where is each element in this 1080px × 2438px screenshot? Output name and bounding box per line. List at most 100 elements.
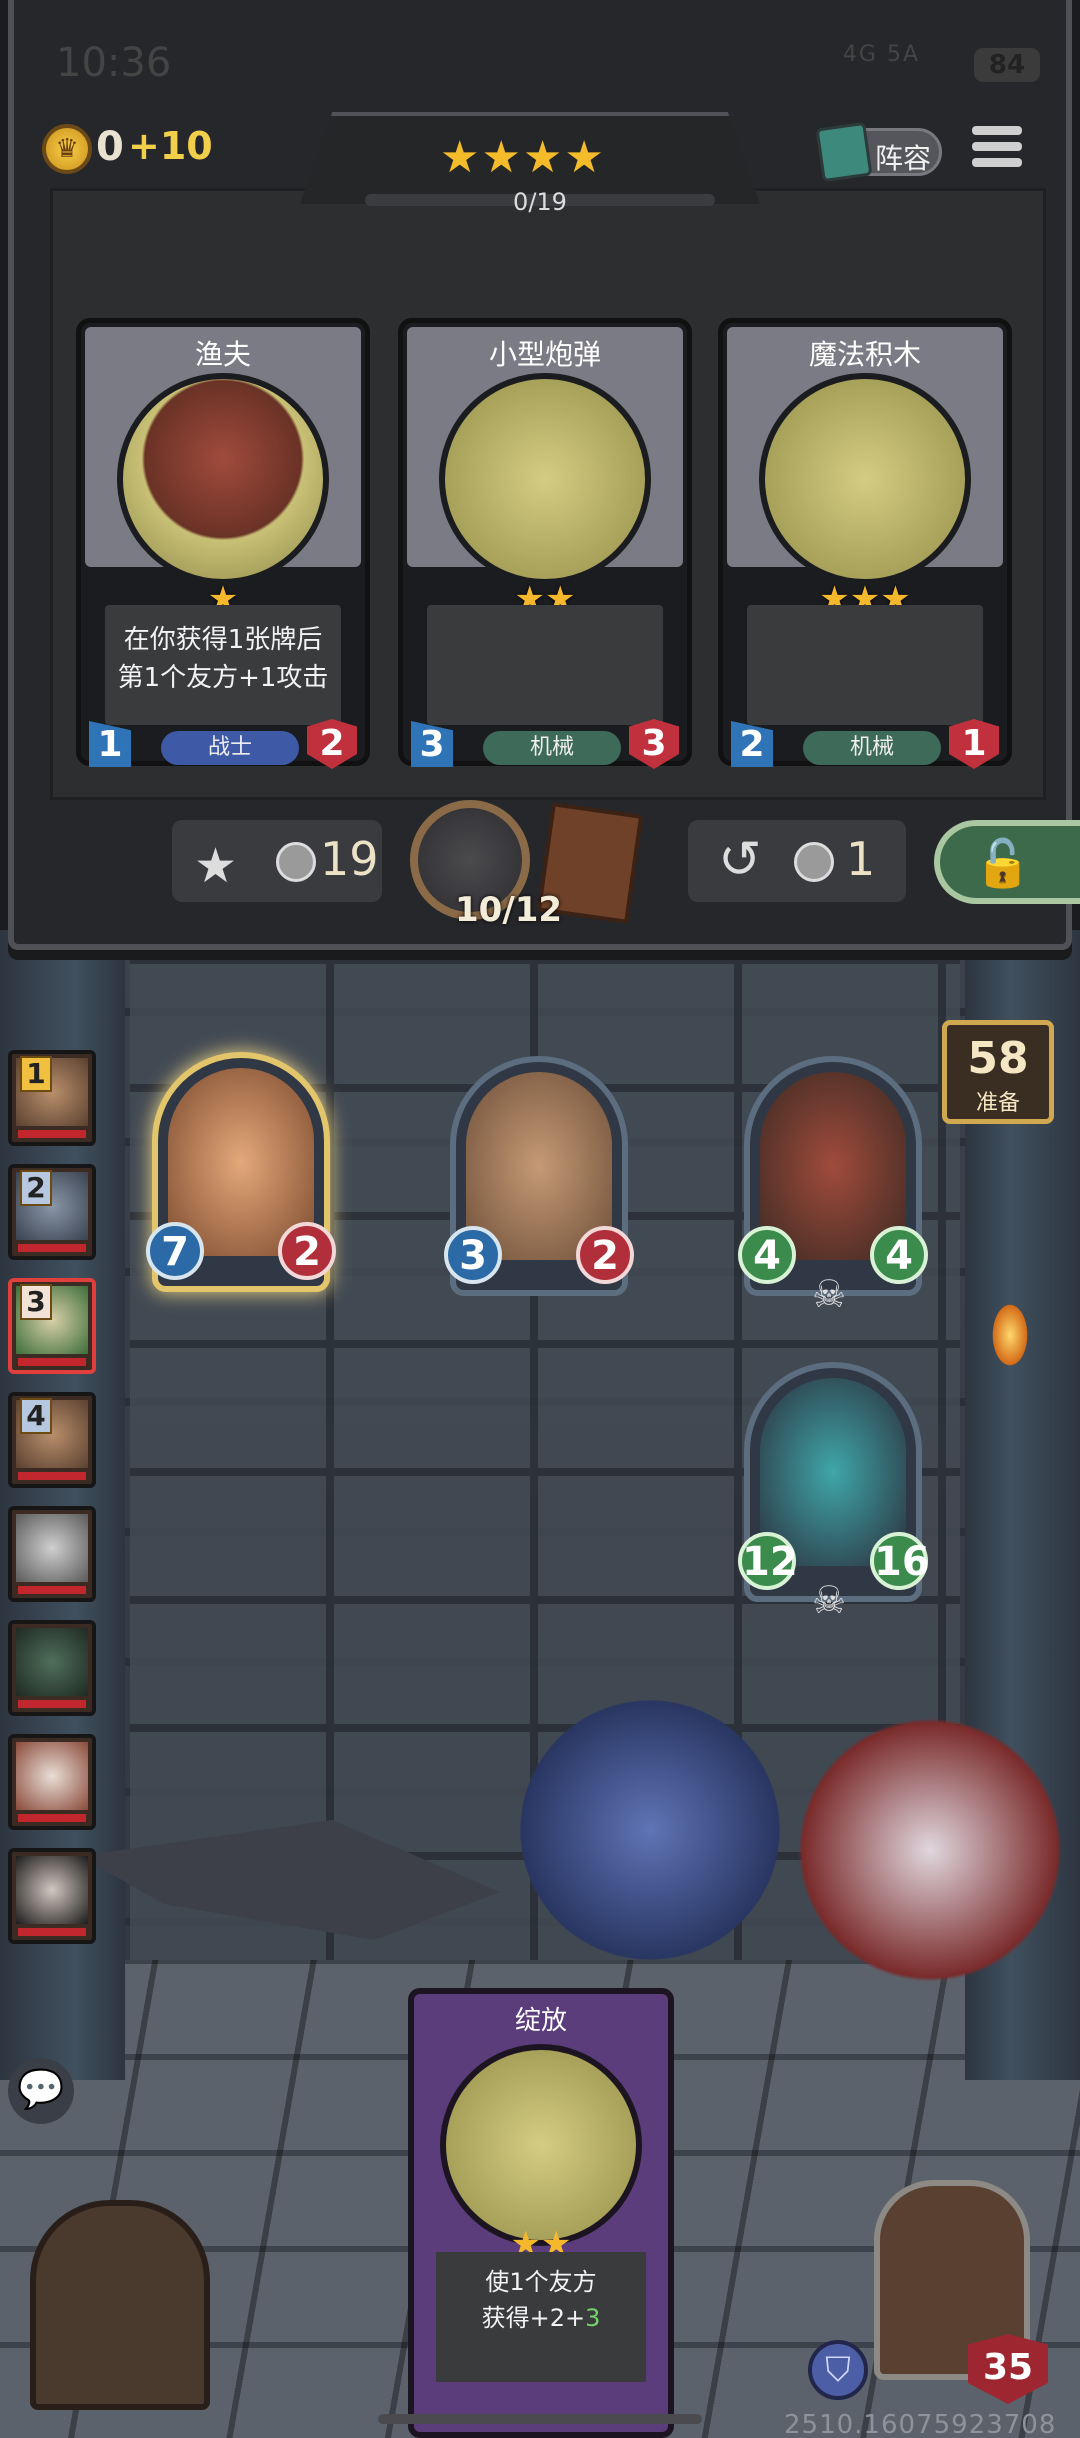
card-health: 3 — [629, 719, 679, 769]
card-attack: 3 — [411, 721, 453, 767]
card-attack: 1 — [89, 721, 131, 767]
skull-icon: ☠ — [812, 1578, 847, 1622]
gold-amount: 0 — [96, 124, 124, 170]
card-tribe: 战士 — [161, 731, 299, 765]
shop-card-small-cannonball[interactable]: 小型炮弹 ★★ 3 机械 3 — [398, 318, 692, 769]
shield-icon: ⛉ — [808, 2340, 868, 2400]
card-tribe: 机械 — [483, 731, 621, 765]
health-bar — [18, 1928, 86, 1936]
version-watermark: 2510.16075923708 — [784, 2410, 1057, 2438]
board-minion-fisherman[interactable]: 4 4 ☠ — [738, 1056, 928, 1316]
upgrade-tavern-button[interactable]: ★ 19 — [172, 820, 382, 902]
xp-text: 0/19 — [513, 188, 567, 216]
minion-attack: 12 — [738, 1532, 798, 1590]
coin-icon — [794, 842, 834, 882]
shop-card-magic-blocks[interactable]: 魔法积木 ★★★ 2 机械 1 — [718, 318, 1012, 769]
round-counter: 10/12 — [455, 890, 563, 930]
board-minion-blacksmith[interactable]: 7 2 — [146, 1052, 336, 1292]
minion-health: 2 — [278, 1222, 336, 1280]
avatar — [16, 1856, 88, 1924]
health-bar — [18, 1472, 86, 1480]
player-slot[interactable] — [8, 1734, 96, 1830]
coin-icon — [276, 842, 316, 882]
ready-label: 准备 — [975, 1091, 1020, 1116]
player-slot[interactable] — [8, 1848, 96, 1944]
battery-icon: 84 — [974, 48, 1040, 82]
skull-icon: ☠ — [812, 1272, 847, 1316]
portal-illustration[interactable] — [30, 2200, 210, 2410]
card-desc-text: 获得+2+ — [481, 2304, 586, 2332]
chat-icon[interactable]: 💬 — [8, 2058, 74, 2124]
player-slot[interactable] — [8, 1506, 96, 1602]
minion-attack: 7 — [146, 1222, 204, 1280]
card-health: 2 — [307, 719, 357, 769]
player-slot[interactable]: 1 — [8, 1050, 96, 1146]
refresh-button[interactable]: ↺ 1 — [688, 820, 906, 902]
health-bar — [18, 1130, 86, 1138]
board-minion-otter[interactable]: 3 2 — [444, 1056, 634, 1296]
player-rank: 3 — [20, 1284, 52, 1320]
card-description — [747, 605, 983, 725]
card-description: 使1个友方 获得+2+3 — [436, 2252, 646, 2382]
avatar — [16, 1514, 88, 1582]
minion-attack: 4 — [738, 1226, 796, 1284]
card-name: 渔夫 — [194, 338, 251, 371]
card-desc-line: 第1个友方+1攻击 — [117, 663, 329, 693]
tavern-tier-stars: ★★★★ — [440, 132, 606, 183]
card-description — [427, 605, 663, 725]
health-bar — [18, 1358, 86, 1366]
player-rank: 1 — [20, 1056, 52, 1092]
freeze-lock-button[interactable]: 🔓 — [934, 820, 1080, 904]
health-bar — [18, 1814, 86, 1822]
gold-income: +10 — [128, 124, 213, 168]
health-bar — [18, 1700, 86, 1708]
avatar — [16, 1742, 88, 1810]
card-desc-line: 使1个友方 — [485, 2268, 597, 2296]
player-slot[interactable] — [8, 1620, 96, 1716]
card-tribe: 机械 — [803, 731, 941, 765]
card-name: 魔法积木 — [808, 338, 921, 371]
clock: 10:36 — [56, 40, 172, 86]
card-name: 小型炮弹 — [488, 338, 601, 371]
menu-icon[interactable] — [972, 126, 1026, 180]
home-indicator[interactable] — [378, 2414, 702, 2424]
card-desc-bonus: 3 — [585, 2304, 601, 2332]
player-slot-current[interactable]: 3 — [8, 1278, 96, 1374]
hand-card-bloom[interactable]: 绽放 ★★ 使1个友方 获得+2+3 — [408, 1988, 674, 2438]
card-art-placeholder — [439, 373, 651, 585]
ready-counter: 58 准备 — [942, 1020, 1054, 1124]
dragon-illustration — [520, 1700, 780, 1960]
unlock-icon: 🔓 — [974, 836, 1032, 890]
star-up-icon: ★ — [194, 838, 238, 894]
book-icon — [815, 121, 873, 183]
demon-girl-illustration — [780, 1700, 1080, 2000]
minion-health: 4 — [870, 1226, 928, 1284]
card-art-placeholder — [759, 373, 971, 585]
card-desc-line: 获得+2+3 — [436, 2300, 646, 2336]
card-description: 在你获得1张牌后 第1个友方+1攻击 — [105, 605, 341, 725]
card-attack: 2 — [731, 721, 773, 767]
board-minion-magic-blocks[interactable]: 12 16 ☠ — [738, 1362, 930, 1622]
crown-coin-icon: ♛ — [42, 124, 92, 174]
minion-attack: 3 — [444, 1226, 502, 1284]
card-name: 绽放 — [514, 2006, 567, 2036]
lineup-label: 阵容 — [875, 142, 932, 175]
status-bar: 10:36 4G 5A 84 — [0, 30, 1080, 100]
player-rank: 4 — [20, 1398, 52, 1434]
lineup-button[interactable]: 阵容 — [815, 121, 942, 183]
card-desc-line: 在你获得1张牌后 — [123, 625, 323, 655]
shop-card-fisherman[interactable]: 渔夫 ★ 在你获得1张牌后 第1个友方+1攻击 1 战士 2 — [76, 318, 370, 769]
health-bar — [18, 1586, 86, 1594]
player-slot[interactable]: 2 — [8, 1164, 96, 1260]
ready-count: 58 — [967, 1033, 1029, 1084]
card-art-placeholder — [440, 2044, 642, 2246]
player-slot[interactable]: 4 — [8, 1392, 96, 1488]
minion-health: 16 — [870, 1532, 930, 1590]
player-rank: 2 — [20, 1170, 52, 1206]
refresh-icon: ↺ — [718, 830, 762, 890]
torch-icon — [990, 1300, 1030, 1370]
signal-icon: 4G 5A — [842, 42, 920, 67]
upgrade-cost: 19 — [320, 832, 379, 886]
card-health: 1 — [949, 719, 999, 769]
refresh-cost: 1 — [846, 832, 876, 886]
